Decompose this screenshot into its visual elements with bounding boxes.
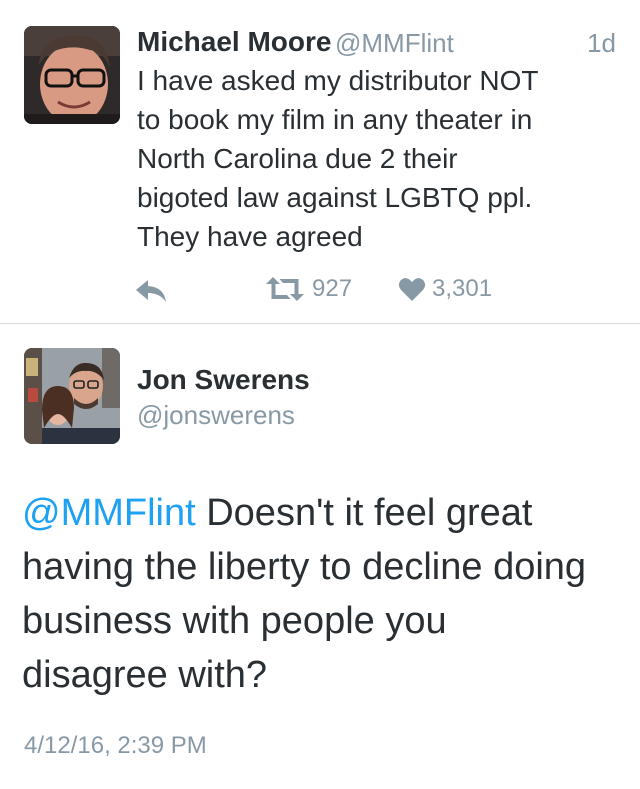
tweet-text-line: to book my film in any theater in bbox=[137, 104, 533, 135]
tweet-text-line: North Carolina due 2 their bbox=[137, 143, 458, 174]
tweet-text-line: having the liberty to decline doing bbox=[22, 546, 587, 588]
tweet-text: I have asked my distributor NOT to book … bbox=[137, 61, 617, 256]
avatar[interactable] bbox=[24, 348, 120, 444]
author-name[interactable]: Jon Swerens bbox=[137, 364, 310, 396]
tweet-actions: 927 3,301 bbox=[0, 270, 640, 310]
avatar[interactable] bbox=[24, 26, 120, 124]
like-count: 3,301 bbox=[432, 275, 493, 302]
heart-icon[interactable] bbox=[398, 276, 426, 302]
tweet-text-line: bigoted law against LGBTQ ppl. bbox=[137, 182, 533, 213]
retweet-count: 927 bbox=[312, 275, 353, 302]
retweet-icon[interactable] bbox=[262, 274, 308, 304]
tweet-text-segment: Doesn't it feel great bbox=[195, 492, 533, 534]
author-handle[interactable]: @jonswerens bbox=[137, 400, 295, 431]
tweet-text-line: @MMFlint Doesn't it feel great bbox=[22, 486, 622, 540]
tweet-text-line: business with people you bbox=[22, 600, 447, 642]
reply-icon[interactable] bbox=[134, 278, 168, 304]
tweet-text-line: They have agreed bbox=[137, 221, 363, 252]
tweet-timestamp: 4/12/16, 2:39 PM bbox=[24, 732, 207, 759]
author-name[interactable]: Michael Moore bbox=[137, 26, 331, 58]
mention-link[interactable]: @MMFlint bbox=[22, 492, 196, 534]
tweet-text: @MMFlint Doesn't it feel great having th… bbox=[22, 486, 622, 702]
avatar-photo-icon bbox=[24, 348, 120, 444]
tweet-michael-moore: Michael Moore @MMFlint 1d I have asked m… bbox=[0, 0, 640, 322]
tweet-text-line: disagree with? bbox=[22, 654, 268, 696]
tweet-jon-swerens: Jon Swerens @jonswerens @MMFlint Doesn't… bbox=[0, 324, 640, 789]
tweet-text-line: I have asked my distributor NOT bbox=[137, 65, 539, 96]
author-handle[interactable]: @MMFlint bbox=[335, 28, 454, 59]
tweet-time: 1d bbox=[587, 28, 616, 58]
avatar-photo-icon bbox=[24, 26, 120, 124]
